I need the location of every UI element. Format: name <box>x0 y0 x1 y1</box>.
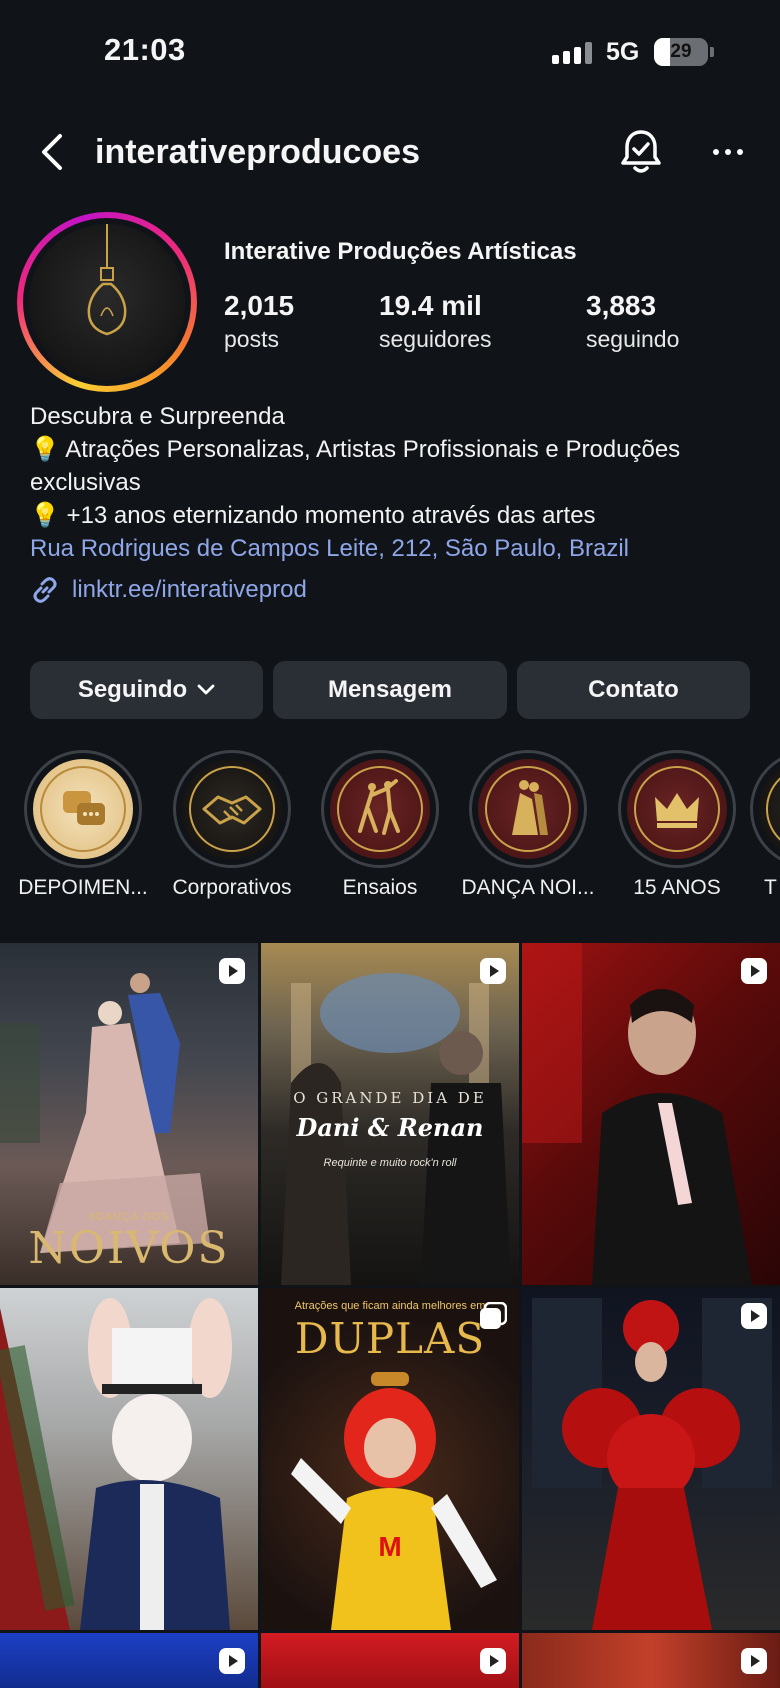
highlight-label: DANÇA NOI... <box>461 876 595 899</box>
highlight-label: Corporativos <box>172 876 292 899</box>
carousel-icon <box>480 1302 507 1329</box>
following-value: 3,883 <box>586 290 657 321</box>
profile-full-name: Interative Produções Artísticas <box>224 238 577 265</box>
battery-tip <box>710 47 714 57</box>
bio-line: 💡 +13 anos eternizando momento através d… <box>30 502 596 529</box>
post-tile[interactable] <box>0 1633 258 1688</box>
clock: 21:03 <box>104 32 186 67</box>
reel-icon <box>741 1303 767 1329</box>
bio-line: Descubra e Surpreenda <box>30 403 285 430</box>
network-type: 5G <box>606 38 640 66</box>
avatar[interactable] <box>29 224 185 380</box>
post-caption: NOIVOS <box>28 1223 230 1274</box>
post-tile[interactable] <box>261 1633 519 1688</box>
bio-line: exclusivas <box>30 469 141 496</box>
highlight-label: 15 ANOS <box>633 876 721 899</box>
profile-username: interativeproducoes <box>95 133 420 171</box>
followers-label: seguidores <box>379 326 492 352</box>
link-icon <box>33 577 57 603</box>
posts-value: 2,015 <box>224 290 295 321</box>
lightbulb-logo-icon <box>87 224 127 336</box>
posts-count[interactable]: 2,015 posts <box>224 290 294 353</box>
external-link[interactable]: linktr.ee/interativeprod <box>30 574 307 606</box>
post-tile[interactable]: O GRANDE DIA DE Dani & Renan Requinte e … <box>261 943 519 1285</box>
reel-icon <box>219 1648 245 1674</box>
crown-icon <box>655 793 699 828</box>
post-tile[interactable]: M Atrações que ficam ainda melhores em D… <box>261 1288 519 1630</box>
followers-value: 19.4 mil <box>379 290 482 321</box>
highlight-label: DEPOIMEN... <box>18 876 148 899</box>
highlight-item[interactable]: T <box>750 750 780 900</box>
white-rabbit-photo <box>0 1298 232 1630</box>
post-caption: Dani & Renan <box>296 1113 484 1142</box>
reel-icon <box>741 958 767 984</box>
status-bar: 21:03 5G 29 <box>0 0 780 100</box>
following-label: seguindo <box>586 326 680 352</box>
post-tile[interactable] <box>0 1288 258 1630</box>
following-button-label: Seguindo <box>77 676 188 703</box>
reel-icon <box>480 1648 506 1674</box>
post-tile[interactable]: #DANÇA DOS NOIVOS <box>0 943 258 1285</box>
post-caption: #DANÇA DOS <box>88 1211 170 1223</box>
following-button[interactable]: Seguindo <box>30 661 263 719</box>
reel-icon <box>741 1648 767 1674</box>
highlight-item[interactable]: DEPOIMEN... <box>8 750 158 900</box>
back-arrow-icon[interactable] <box>34 130 70 174</box>
chevron-down-icon <box>197 684 215 695</box>
link-url: linktr.ee/interativeprod <box>72 576 307 603</box>
performer-photo <box>522 943 752 1285</box>
notifications-bell-icon[interactable] <box>618 128 664 176</box>
story-ring[interactable] <box>17 212 197 392</box>
post-tile[interactable] <box>522 1288 780 1630</box>
more-options-icon[interactable] <box>710 140 746 164</box>
followers-count[interactable]: 19.4 mil seguidores <box>379 290 492 353</box>
address-link[interactable]: Rua Rodrigues de Campos Leite, 212, São … <box>30 532 750 565</box>
bio-line: 💡 Atrações Personalizas, Artistas Profis… <box>30 436 681 463</box>
bride-groom-icon <box>512 780 548 835</box>
contact-button[interactable]: Contato <box>517 661 750 719</box>
post-caption: Requinte e muito rock'n roll <box>323 1157 457 1169</box>
battery-icon: 29 <box>654 38 708 66</box>
highlight-item[interactable]: DANÇA NOI... <box>453 750 603 900</box>
reel-icon <box>219 958 245 984</box>
highlight-item[interactable]: Corporativos <box>157 750 307 900</box>
contact-button-label: Contato <box>588 676 679 703</box>
following-count[interactable]: 3,883 seguindo <box>586 290 679 353</box>
posts-label: posts <box>224 326 279 352</box>
highlight-item[interactable]: 15 ANOS <box>602 750 752 900</box>
post-tile[interactable] <box>522 943 780 1285</box>
highlight-label: Ensaios <box>342 876 418 899</box>
reel-icon <box>480 958 506 984</box>
signal-icon <box>552 42 594 64</box>
post-tile[interactable] <box>522 1633 780 1688</box>
handshake-icon <box>202 795 262 825</box>
highlight-item[interactable]: Ensaios <box>305 750 455 900</box>
post-caption: O GRANDE DIA DE <box>293 1089 487 1107</box>
highlight-label: T <box>764 876 777 899</box>
dancing-couple-icon <box>358 779 400 835</box>
rose-costume-photo <box>532 1298 772 1630</box>
chat-bubbles-icon <box>63 791 105 825</box>
message-button-label: Mensagem <box>327 676 453 703</box>
profile-bio: Descubra e Surpreenda 💡 Atrações Persona… <box>30 400 750 565</box>
message-button[interactable]: Mensagem <box>273 661 507 719</box>
svg-text:M: M <box>378 1531 401 1562</box>
battery-percent: 29 <box>670 41 692 62</box>
